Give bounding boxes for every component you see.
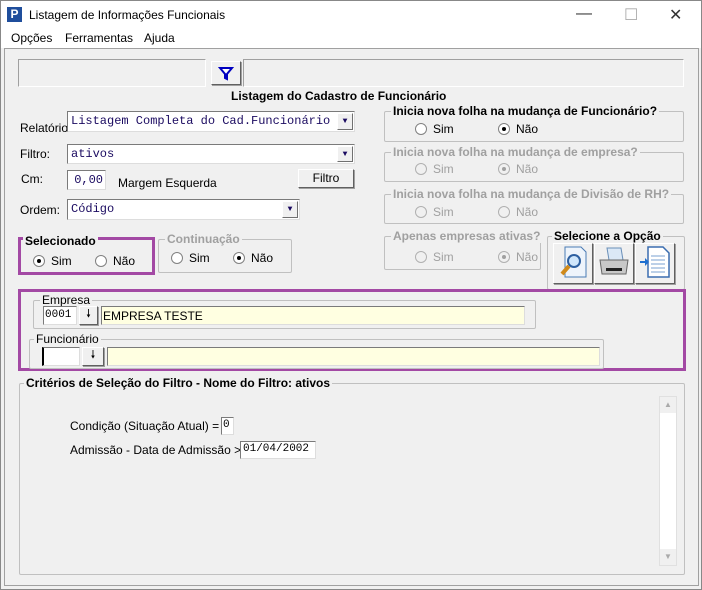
printer-icon [599,247,629,275]
status-box [18,59,206,87]
empresas-ativas-group: Apenas empresas ativas? Sim Não [384,229,543,270]
chevron-down-icon[interactable]: ▼ [282,201,298,218]
page-title: Listagem do Cadastro de Funcionário [231,89,447,103]
toolbar-box [243,59,684,87]
continuacao-sim-radio[interactable]: Sim [171,251,210,265]
funcionario-code-input[interactable] [42,347,80,366]
relatorio-label: Relatório [20,121,69,135]
filtro-button[interactable]: Filtro [298,169,354,188]
relatorio-value: Listagem Completa do Cad.Funcionário [71,114,331,128]
export-file-icon [640,246,670,278]
cm-input[interactable]: 0,00 [67,170,106,190]
continuacao-nao-radio[interactable]: Não [233,251,273,265]
admissao-value: 01/04/2002 [240,441,316,459]
relatorio-select[interactable]: Listagem Completa do Cad.Funcionário ▼ [67,111,355,132]
close-button[interactable]: ✕ [669,5,682,25]
funcionario-title: Funcionário [34,332,101,346]
filtro-value: ativos [71,147,115,161]
group-title: Inicia nova folha na mudança de Funcioná… [391,104,660,118]
continuacao-title: Continuação [165,232,242,246]
app-icon: P [7,7,22,22]
selecionado-sim-radio[interactable]: Sim [33,254,72,268]
minimize-button[interactable]: — [576,5,592,23]
nao-radio[interactable]: Não [498,162,538,176]
window-title: Listagem de Informações Funcionais [29,8,226,22]
funnel-icon [217,67,235,81]
menu-ajuda[interactable]: Ajuda [144,31,175,45]
filtro-select[interactable]: ativos ▼ [67,144,355,164]
window: P Listagem de Informações Funcionais — ☐… [0,0,702,590]
funcionario-lookup-button[interactable]: 🠗 [82,347,104,366]
empresa-lookup-button[interactable]: 🠗 [79,306,98,325]
ordem-select[interactable]: Código ▼ [67,199,300,220]
sim-radio[interactable]: Sim [415,122,454,136]
criterios-title: Critérios de Seleção do Filtro - Nome do… [24,376,333,390]
condicao-value: 0 [221,417,234,435]
admissao-label: Admissão - Data de Admissão >= [70,443,249,457]
nova-folha-divisao-group: Inicia nova folha na mudança de Divisão … [384,187,684,224]
nova-folha-funcionario-group: Inicia nova folha na mudança de Funcioná… [384,104,684,142]
menu-opcoes[interactable]: Opções [11,31,52,45]
funcionario-name-field [107,347,600,366]
selecionado-nao-radio[interactable]: Não [95,254,135,268]
sim-radio[interactable]: Sim [415,162,454,176]
condicao-label: Condição (Situação Atual) = [70,419,220,433]
cm-label: Cm: [21,172,43,186]
selecionado-group: Selecionado Sim Não [18,234,155,275]
filter-button[interactable] [211,61,241,85]
preview-button[interactable] [553,243,593,284]
sim-radio[interactable]: Sim [415,205,454,219]
empresa-title: Empresa [40,293,93,307]
preview-icon [560,246,587,278]
maximize-button[interactable]: ☐ [624,5,638,25]
export-button[interactable] [635,243,675,284]
nao-radio[interactable]: Não [498,205,538,219]
nao-radio[interactable]: Não [498,122,538,136]
selecionado-title: Selecionado [23,234,98,248]
selecione-opcao-title: Selecione a Opção [552,229,663,243]
group-title: Inicia nova folha na mudança de empresa? [391,145,640,159]
sim-radio[interactable]: Sim [415,250,454,264]
nova-folha-empresa-group: Inicia nova folha na mudança de empresa?… [384,145,684,182]
chevron-down-icon[interactable]: ▼ [337,113,353,130]
print-button[interactable] [594,243,634,284]
scroll-up-arrow-icon[interactable]: ▲ [660,397,676,413]
nao-radio[interactable]: Não [498,250,538,264]
criterios-scrollbar[interactable]: ▲ ▼ [659,396,677,566]
group-title: Apenas empresas ativas? [391,229,543,243]
ordem-label: Ordem: [20,203,61,217]
group-title: Inicia nova folha na mudança de Divisão … [391,187,672,201]
continuacao-group: Continuação Sim Não [158,232,292,273]
chevron-down-icon[interactable]: ▼ [337,146,353,162]
scroll-down-arrow-icon[interactable]: ▼ [660,549,676,565]
margem-label: Margem Esquerda [118,176,217,190]
ordem-value: Código [71,202,115,216]
empresa-name-field: EMPRESA TESTE [101,306,525,325]
menu-ferramentas[interactable]: Ferramentas [65,31,133,45]
title-bar: P Listagem de Informações Funcionais — ☐… [1,1,701,29]
menu-bar: Opções Ferramentas Ajuda [1,29,701,48]
criterios-group: Critérios de Seleção do Filtro - Nome do… [19,376,685,575]
empresa-code-input[interactable]: 0001 [43,306,77,325]
filtro-label: Filtro: [20,147,50,161]
